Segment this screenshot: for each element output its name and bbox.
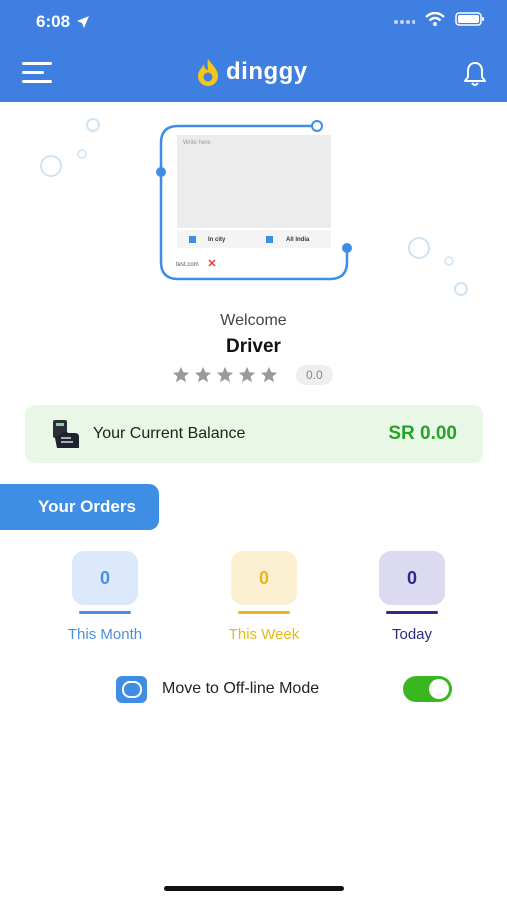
rating-value-badge: 0.0 bbox=[296, 365, 333, 385]
offline-mode-icon bbox=[116, 676, 147, 703]
hamburger-menu-button[interactable] bbox=[22, 62, 52, 84]
flame-logo-icon bbox=[198, 59, 218, 86]
stat-today-count: 0 bbox=[379, 551, 445, 605]
status-time: 6:08 bbox=[36, 12, 90, 32]
star-icon bbox=[172, 366, 190, 383]
stat-this-week-label: This Week bbox=[228, 626, 300, 643]
star-icon bbox=[238, 366, 256, 383]
balance-label: Your Current Balance bbox=[93, 425, 246, 442]
status-time-text: 6:08 bbox=[36, 12, 71, 31]
stat-today[interactable]: 0 Today bbox=[352, 551, 472, 643]
illustration-option-in-city: In city bbox=[208, 237, 226, 243]
stat-this-week[interactable]: 0 This Week bbox=[204, 551, 324, 643]
wifi-icon bbox=[425, 12, 445, 26]
brand-logo: dinggy bbox=[196, 58, 308, 86]
star-icon bbox=[260, 366, 278, 383]
app-header: 6:08 dinggy bbox=[0, 0, 507, 102]
menu-line-icon bbox=[22, 62, 52, 65]
welcome-illustration bbox=[40, 118, 468, 296]
status-icons bbox=[393, 12, 485, 26]
stat-this-month[interactable]: 0 This Month bbox=[45, 551, 165, 643]
home-indicator bbox=[164, 886, 344, 891]
battery-icon bbox=[455, 12, 484, 26]
welcome-text: Welcome bbox=[220, 312, 287, 329]
star-icon bbox=[216, 366, 234, 383]
offline-mode-row: Move to Off-line Mode bbox=[116, 676, 456, 704]
toggle-knob bbox=[429, 679, 449, 699]
menu-line-icon bbox=[22, 80, 52, 83]
rating-row: 0.0 bbox=[172, 365, 333, 385]
stat-this-week-underline bbox=[238, 611, 290, 614]
illustration-textarea-placeholder: Write here bbox=[183, 140, 211, 146]
balance-amount: SR 0.00 bbox=[388, 423, 457, 444]
driver-name: Driver bbox=[226, 336, 281, 357]
stat-today-underline bbox=[386, 611, 438, 614]
stat-today-label: Today bbox=[391, 626, 433, 643]
stat-this-month-underline bbox=[79, 611, 131, 614]
wallet-hand-icon bbox=[53, 420, 79, 448]
brand-name: dinggy bbox=[226, 58, 308, 85]
your-orders-tab[interactable]: Your Orders bbox=[0, 484, 159, 530]
offline-mode-toggle[interactable] bbox=[403, 676, 452, 702]
illustration-option-all-india: All India bbox=[286, 237, 310, 243]
notification-bell-icon[interactable] bbox=[461, 60, 489, 88]
balance-card[interactable]: Your Current Balance SR 0.00 bbox=[25, 405, 483, 463]
location-arrow-icon bbox=[77, 16, 90, 28]
menu-line-icon bbox=[22, 71, 44, 74]
stat-this-month-label: This Month bbox=[67, 626, 143, 643]
offline-mode-label: Move to Off-line Mode bbox=[162, 680, 320, 697]
stat-this-month-count: 0 bbox=[72, 551, 138, 605]
stat-this-week-count: 0 bbox=[231, 551, 297, 605]
star-icon bbox=[194, 366, 212, 383]
illustration-sample-text: test.com bbox=[176, 262, 199, 268]
signal-icon bbox=[394, 20, 415, 24]
